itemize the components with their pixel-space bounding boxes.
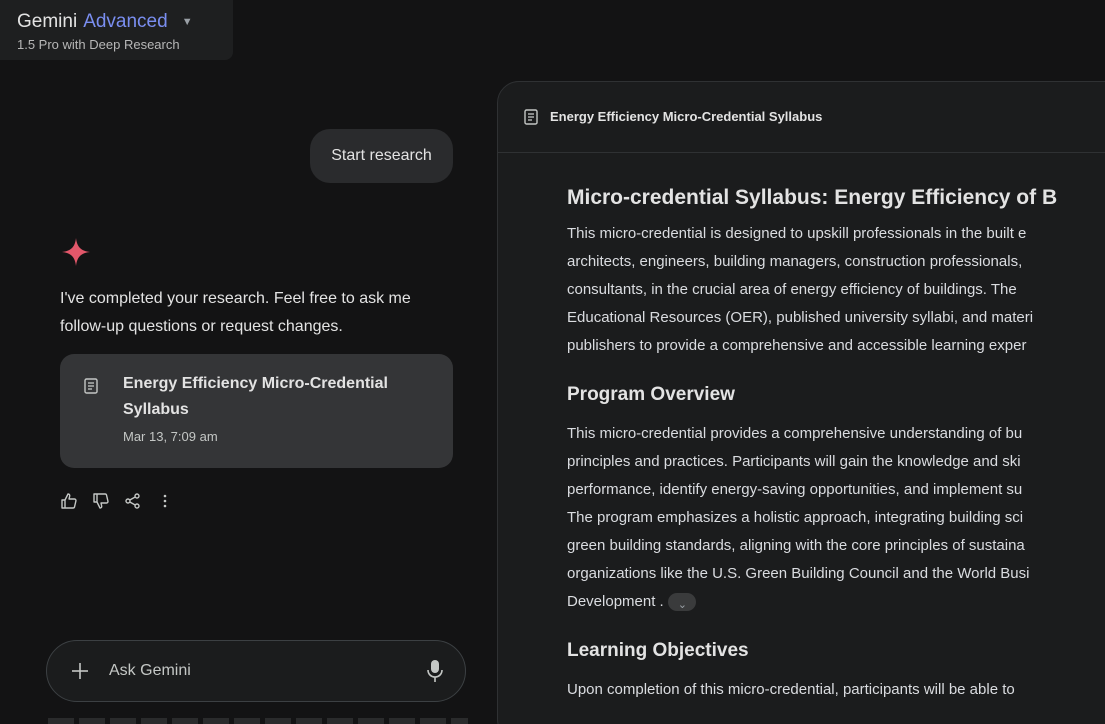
paragraph-line-last: Development . bbox=[567, 588, 1105, 619]
document-title: Micro-credential Syllabus: Energy Effici… bbox=[567, 186, 1058, 209]
paragraph-line: organizations like the U.S. Green Buildi… bbox=[567, 565, 1030, 582]
source-chip[interactable] bbox=[667, 591, 696, 619]
thumbs-up-icon[interactable] bbox=[58, 490, 80, 512]
gemini-spark-icon bbox=[62, 238, 90, 266]
reply-line: follow-up questions or request changes. bbox=[60, 318, 343, 335]
section-heading-program-overview: Program Overview bbox=[567, 384, 735, 405]
model-picker[interactable]: Gemini Advanced ▼ 1.5 Pro with Deep Rese… bbox=[0, 0, 233, 60]
prompt-input-box bbox=[46, 640, 466, 702]
thumbs-down-icon[interactable] bbox=[90, 490, 112, 512]
more-options-icon[interactable] bbox=[154, 490, 176, 512]
paragraph-line: principles and practices. Participants w… bbox=[567, 453, 1021, 470]
paragraph-line: This micro-credential is designed to ups… bbox=[567, 225, 1027, 242]
paragraph-line: architects, engineers, building managers… bbox=[567, 253, 1023, 270]
user-message-bubble: Start research bbox=[310, 129, 453, 183]
model-tier: Advanced bbox=[83, 11, 168, 32]
document-icon bbox=[524, 109, 538, 125]
learning-objectives-paragraph: Upon completion of this micro-credential… bbox=[567, 676, 1105, 704]
add-icon[interactable] bbox=[69, 660, 91, 682]
paragraph-line: This micro-credential provides a compreh… bbox=[567, 425, 1023, 442]
caret-down-icon: ▼ bbox=[181, 16, 193, 28]
document-panel-header: Energy Efficiency Micro-Credential Sylla… bbox=[498, 82, 1105, 153]
prompt-input[interactable] bbox=[109, 656, 409, 686]
section-heading-learning-objectives: Learning Objectives bbox=[567, 640, 749, 661]
paragraph-line: green building standards, aligning with … bbox=[567, 537, 1025, 554]
document-panel: Energy Efficiency Micro-Credential Sylla… bbox=[497, 81, 1105, 724]
paragraph-line-text: Development . bbox=[567, 593, 664, 610]
model-name: Gemini bbox=[17, 11, 78, 32]
document-panel-title: Energy Efficiency Micro-Credential Sylla… bbox=[550, 109, 823, 124]
share-icon[interactable] bbox=[122, 490, 144, 512]
intro-paragraph: This micro-credential is designed to ups… bbox=[567, 220, 1105, 360]
model-subtitle: 1.5 Pro with Deep Research bbox=[17, 37, 180, 52]
card-title: Energy Efficiency Micro-Credential Sylla… bbox=[123, 371, 433, 423]
gemini-app: Gemini Advanced ▼ 1.5 Pro with Deep Rese… bbox=[0, 0, 1105, 724]
paragraph-line: Upon completion of this micro-credential… bbox=[567, 681, 1015, 698]
card-date: Mar 13, 7:09 am bbox=[123, 429, 218, 444]
paragraph-line: consultants, in the crucial area of ener… bbox=[567, 281, 1017, 298]
document-icon bbox=[84, 378, 98, 394]
reply-line: I've completed your research. Feel free … bbox=[60, 290, 411, 307]
disclaimer-text-cutoff bbox=[48, 718, 468, 724]
paragraph-line: performance, identify energy-saving oppo… bbox=[567, 481, 1023, 498]
model-picker-row: Gemini Advanced ▼ bbox=[17, 10, 233, 34]
user-message-text: Start research bbox=[331, 147, 432, 164]
research-document-card[interactable]: Energy Efficiency Micro-Credential Sylla… bbox=[60, 354, 453, 468]
paragraph-line: The program emphasizes a holistic approa… bbox=[567, 509, 1024, 526]
program-overview-paragraph: This micro-credential provides a compreh… bbox=[567, 420, 1105, 619]
card-title-line: Syllabus bbox=[123, 401, 189, 418]
microphone-icon[interactable] bbox=[425, 658, 445, 684]
response-actions bbox=[58, 490, 176, 512]
assistant-reply: I've completed your research. Feel free … bbox=[60, 285, 460, 341]
paragraph-line: publishers to provide a comprehensive an… bbox=[567, 337, 1027, 354]
card-title-line: Energy Efficiency Micro-Credential bbox=[123, 375, 388, 392]
document-content: Micro-credential Syllabus: Energy Effici… bbox=[567, 178, 1105, 704]
paragraph-line: Educational Resources (OER), published u… bbox=[567, 309, 1034, 326]
